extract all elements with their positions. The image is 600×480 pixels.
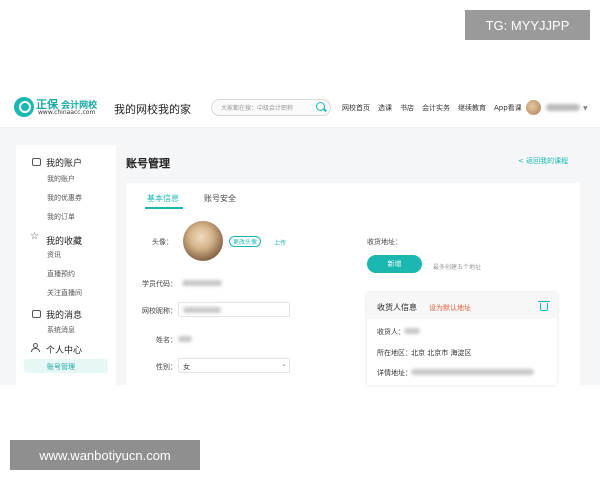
sidebar-item-coupons[interactable]: 我的优惠券: [47, 193, 82, 203]
address-limit-hint: 最多创建五个地址: [433, 264, 482, 271]
sidebar-item-followed-rooms[interactable]: 关注直播间: [47, 288, 82, 298]
name-value-blurred: [178, 336, 192, 342]
sidebar-heading-personal: 个人中心: [46, 346, 83, 356]
nav-continuing-edu[interactable]: 继续教育: [458, 103, 486, 113]
user-avatar[interactable]: [526, 100, 541, 115]
detail-address-value-blurred: [411, 369, 534, 375]
avatar-label: 头像：: [152, 238, 173, 246]
add-address-button[interactable]: 新增: [367, 255, 422, 273]
nav-bookstore[interactable]: 书店: [400, 103, 414, 113]
site-title: 我的网校我的家: [114, 103, 191, 116]
sidebar: 我的账户 我的账户 我的优惠券 我的订单 ☆ 我的收藏 资讯 直播预约 关注直播…: [16, 145, 116, 385]
nickname-value-blurred: [183, 307, 221, 313]
name-label: 姓名：: [156, 336, 177, 344]
search-icon[interactable]: [316, 102, 325, 111]
back-to-courses-link[interactable]: < 返回我的课程: [518, 156, 568, 166]
sidebar-item-system-messages[interactable]: 系统消息: [47, 325, 75, 335]
tab-account-security[interactable]: 账号安全: [204, 193, 236, 204]
sidebar-heading-favorites: 我的收藏: [46, 237, 83, 247]
top-nav: 网校首页 选课 书店 会计实务 继续教育 App看课: [342, 103, 522, 113]
sidebar-heading-messages: 我的消息: [46, 311, 83, 321]
nav-courses[interactable]: 选课: [378, 103, 392, 113]
tab-basic-info[interactable]: 基本信息: [147, 193, 179, 204]
gender-value: 女: [183, 363, 190, 371]
sidebar-heading-account: 我的账户: [46, 159, 83, 169]
receiver-label: 收货人：: [377, 328, 405, 336]
logo-url: www.chinaacc.com: [38, 109, 96, 116]
nav-app[interactable]: App看课: [494, 103, 522, 113]
receiver-value-blurred: [404, 328, 420, 334]
upload-link[interactable]: 上传: [274, 238, 286, 247]
watermark-top: TG: MYYJJPP: [465, 10, 590, 40]
trash-icon[interactable]: [538, 301, 550, 311]
region-label: 所在地区：: [377, 349, 412, 357]
region-value: 北京 北京市 海淀区: [411, 349, 472, 357]
gender-select[interactable]: [178, 358, 290, 373]
nav-home[interactable]: 网校首页: [342, 103, 370, 113]
nickname-label: 网校昵称：: [142, 307, 177, 315]
watermark-bottom: www.wanbotiyucn.com: [10, 440, 200, 470]
star-icon: ☆: [30, 231, 39, 242]
sidebar-item-account-management[interactable]: 账号管理: [47, 362, 75, 372]
user-icon: [31, 343, 40, 352]
set-default-link[interactable]: 设为默认地址: [429, 303, 471, 313]
student-code-value-blurred: [182, 280, 222, 286]
logo-icon[interactable]: [14, 97, 34, 117]
shipping-label: 收货地址：: [367, 238, 402, 246]
sidebar-item-my-account[interactable]: 我的账户: [47, 174, 75, 184]
message-icon: [32, 310, 41, 318]
nav-accounting[interactable]: 会计实务: [422, 103, 450, 113]
wallet-icon: [32, 158, 41, 166]
user-name-blurred[interactable]: [546, 104, 580, 111]
chevron-down-icon[interactable]: ⌄: [281, 360, 287, 368]
profile-avatar: [183, 221, 223, 261]
chevron-down-icon[interactable]: ▼: [583, 105, 588, 112]
sidebar-item-news[interactable]: 资讯: [47, 250, 61, 260]
address-card-title: 收货人信息: [377, 303, 417, 312]
sidebar-item-orders[interactable]: 我的订单: [47, 212, 75, 222]
active-tab-indicator: [145, 207, 183, 209]
detail-address-label: 详情地址：: [377, 369, 412, 377]
page-title: 账号管理: [126, 157, 170, 170]
gender-label: 性别：: [156, 363, 177, 371]
sidebar-item-live-booking[interactable]: 直播预约: [47, 269, 75, 279]
student-code-label: 学员代码：: [142, 280, 177, 288]
search-placeholder: 大家都在搜：中级会计职称: [221, 105, 294, 112]
change-avatar-button[interactable]: 更改头像: [229, 236, 261, 247]
